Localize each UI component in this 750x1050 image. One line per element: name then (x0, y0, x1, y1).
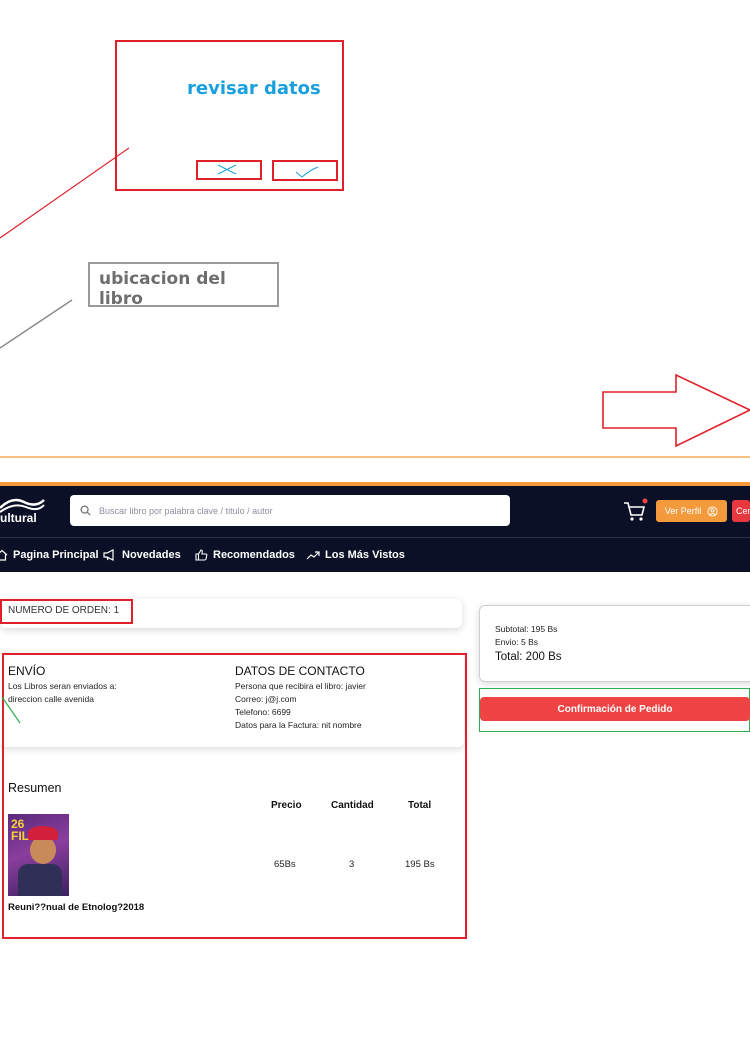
search-icon (80, 505, 91, 516)
book-location-label: ubicacion del libro (99, 269, 226, 309)
total-text: Total: 200 Bs (495, 651, 562, 663)
subtotal-text: Subtotal: 195 Bs (495, 624, 558, 634)
logout-button[interactable]: Cer (732, 500, 750, 522)
green-annotation-stroke (1, 696, 21, 724)
nav-item-novedades-label: Novedades (122, 549, 181, 561)
confirm-order-button[interactable]: Confirmación de Pedido (480, 697, 750, 721)
nav-item-home[interactable]: Pagina Principal (0, 549, 99, 561)
search-input[interactable]: Buscar libro por palabra clave / titulo … (99, 506, 273, 516)
home-icon (0, 549, 8, 561)
header-divider (0, 537, 750, 538)
shipping-cost-text: Envio: 5 Bs (495, 637, 538, 647)
logout-label: Cer (736, 506, 750, 516)
nav-item-recomendados-label: Recomendados (213, 549, 295, 561)
book-location-note: ubicacion del libro (88, 262, 279, 309)
thumbs-up-icon (195, 549, 208, 561)
logo-text: ultural (0, 511, 37, 525)
nav-item-mas-vistos[interactable]: Los Más Vistos (306, 549, 405, 561)
annotation-connectors (0, 147, 750, 458)
details-highlight-frame (2, 653, 467, 939)
search-bar[interactable]: Buscar libro por palabra clave / titulo … (70, 495, 510, 526)
nav-item-recomendados[interactable]: Recomendados (195, 549, 295, 561)
order-number-value: 1 (113, 605, 120, 616)
view-profile-label: Ver Perfil (664, 506, 702, 516)
cart-icon (624, 498, 648, 521)
nav-item-novedades[interactable]: Novedades (103, 549, 181, 561)
cart-button[interactable] (622, 498, 648, 524)
order-number-label: NUMERO DE ORDEN: (8, 605, 111, 616)
megaphone-icon (103, 549, 114, 561)
order-number: NUMERO DE ORDEN: 1 (8, 605, 119, 616)
trending-icon (306, 551, 320, 560)
nav-item-home-label: Pagina Principal (13, 549, 99, 561)
user-circle-icon (707, 505, 718, 517)
view-profile-button[interactable]: Ver Perfil (656, 500, 727, 522)
nav-item-mas-vistos-label: Los Más Vistos (325, 549, 405, 561)
site-logo[interactable]: ultural (0, 494, 46, 528)
